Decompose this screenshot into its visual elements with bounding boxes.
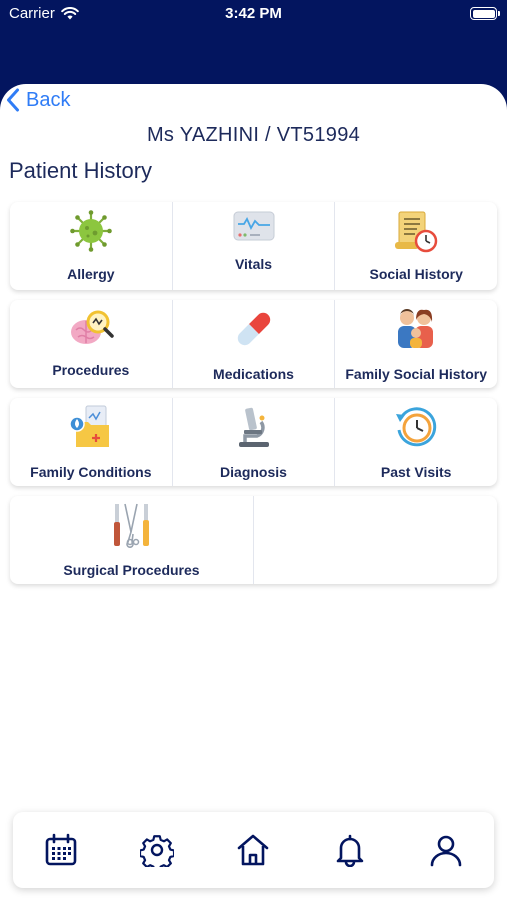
profile-icon	[430, 835, 462, 867]
chevron-left-icon	[7, 88, 19, 112]
tab-profile[interactable]	[424, 828, 468, 872]
patient-name: Ms YAZHINI / VT51994	[146, 124, 361, 146]
bottom-tab-bar	[13, 812, 494, 888]
tile-label: Allergy	[67, 266, 115, 282]
tile-label: Surgical Procedures	[63, 562, 200, 578]
calendar-icon	[45, 833, 77, 866]
past-visits-clock-icon	[393, 404, 439, 450]
status-bar: Carrier 3:42 PM	[0, 0, 507, 30]
tile-family-social-history[interactable]: Family Social History	[335, 300, 497, 388]
grid-row: Procedures Medications Family Social His…	[10, 300, 497, 388]
settings-gear-icon	[140, 835, 175, 867]
home-icon	[238, 834, 269, 866]
tile-label: Medications	[213, 366, 294, 382]
tile-label: Diagnosis	[220, 464, 287, 480]
status-time: 3:42 PM	[225, 5, 282, 22]
tile-allergy[interactable]: Allergy	[10, 202, 173, 290]
procedures-brain-icon	[68, 306, 114, 352]
surgical-tools-icon	[109, 502, 155, 548]
microscope-icon	[231, 404, 277, 450]
history-grid: Allergy Vitals Social History Procedures…	[10, 202, 497, 594]
family-icon	[393, 306, 439, 352]
tile-surgical-procedures[interactable]: Surgical Procedures	[10, 496, 254, 584]
tile-family-conditions[interactable]: Family Conditions	[10, 398, 173, 486]
tile-procedures[interactable]: Procedures	[10, 300, 173, 388]
tab-calendar[interactable]	[39, 828, 83, 872]
tab-home[interactable]	[231, 828, 275, 872]
grid-row: Family Conditions Diagnosis Past Visits	[10, 398, 497, 486]
tile-medications[interactable]: Medications	[173, 300, 336, 388]
battery-icon	[470, 7, 500, 20]
notifications-bell-icon	[336, 834, 363, 867]
tab-settings[interactable]	[135, 828, 179, 872]
page-title: Patient History	[9, 158, 153, 183]
tile-social-history[interactable]: Social History	[335, 202, 497, 290]
tile-label: Family Conditions	[30, 464, 152, 480]
tile-label: Family Social History	[345, 366, 487, 382]
tile-label: Vitals	[234, 256, 273, 272]
vitals-monitor-icon	[231, 208, 277, 244]
tile-label: Past Visits	[380, 464, 452, 480]
medications-pill-icon	[231, 306, 277, 352]
back-label: Back	[26, 88, 71, 111]
family-conditions-folder-icon	[68, 404, 114, 450]
grid-row: Allergy Vitals Social History	[10, 202, 497, 290]
tile-label: Social History	[369, 266, 463, 282]
tile-label: Procedures	[52, 362, 130, 378]
tile-vitals[interactable]: Vitals	[173, 202, 336, 290]
allergy-virus-icon	[68, 208, 114, 254]
tile-diagnosis[interactable]: Diagnosis	[173, 398, 336, 486]
tab-notifications[interactable]	[328, 828, 372, 872]
empty-tile	[254, 496, 497, 584]
grid-row: Surgical Procedures	[10, 496, 497, 584]
tile-past-visits[interactable]: Past Visits	[335, 398, 497, 486]
back-button[interactable]: Back	[6, 88, 70, 112]
social-history-scroll-icon	[393, 208, 439, 254]
